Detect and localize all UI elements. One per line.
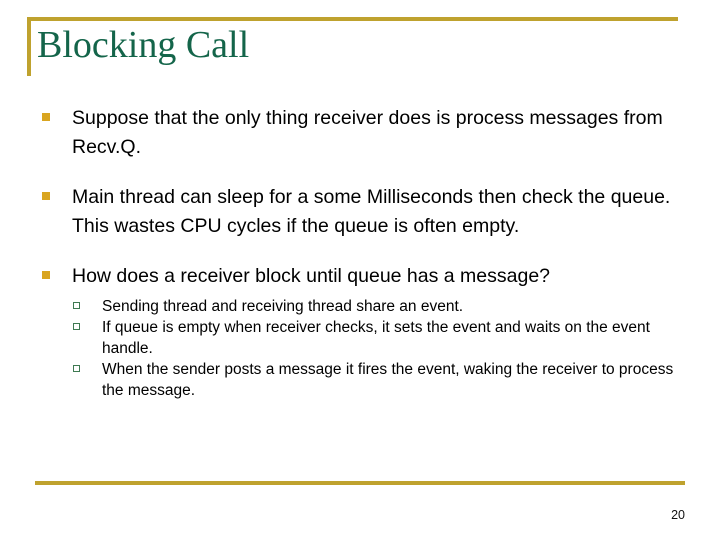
bullet-text: How does a receiver block until queue ha… bbox=[72, 265, 551, 287]
list-item: How does a receiver block until queue ha… bbox=[36, 262, 692, 401]
filled-square-bullet-icon bbox=[42, 113, 50, 121]
list-item: Suppose that the only thing receiver doe… bbox=[36, 104, 692, 161]
sub-bullet-text: If queue is empty when receiver checks, … bbox=[102, 319, 650, 357]
bullet-list: Suppose that the only thing receiver doe… bbox=[36, 104, 692, 401]
list-item: If queue is empty when receiver checks, … bbox=[72, 318, 692, 359]
bullet-text: Suppose that the only thing receiver doe… bbox=[72, 107, 663, 158]
hollow-square-bullet-icon bbox=[73, 323, 80, 330]
sub-bullet-list: Sending thread and receiving thread shar… bbox=[72, 297, 692, 402]
page-title: Blocking Call bbox=[37, 24, 250, 66]
list-item: Main thread can sleep for a some Millise… bbox=[36, 183, 692, 240]
list-item: Sending thread and receiving thread shar… bbox=[72, 297, 692, 318]
title-left-rule bbox=[27, 17, 31, 76]
slide-body: Suppose that the only thing receiver doe… bbox=[36, 104, 692, 402]
bullet-text: Main thread can sleep for a some Millise… bbox=[72, 186, 671, 237]
title-top-rule bbox=[27, 17, 678, 21]
hollow-square-bullet-icon bbox=[73, 365, 80, 372]
list-item: When the sender posts a message it fires… bbox=[72, 360, 692, 401]
sub-bullet-text: When the sender posts a message it fires… bbox=[102, 361, 674, 399]
footer-rule bbox=[35, 481, 685, 485]
filled-square-bullet-icon bbox=[42, 271, 50, 279]
hollow-square-bullet-icon bbox=[73, 301, 80, 309]
slide-canvas: Blocking Call Suppose that the only thin… bbox=[0, 0, 720, 540]
page-number: 20 bbox=[671, 508, 685, 522]
sub-bullet-text: Sending thread and receiving thread shar… bbox=[102, 297, 464, 315]
filled-square-bullet-icon bbox=[42, 192, 50, 200]
